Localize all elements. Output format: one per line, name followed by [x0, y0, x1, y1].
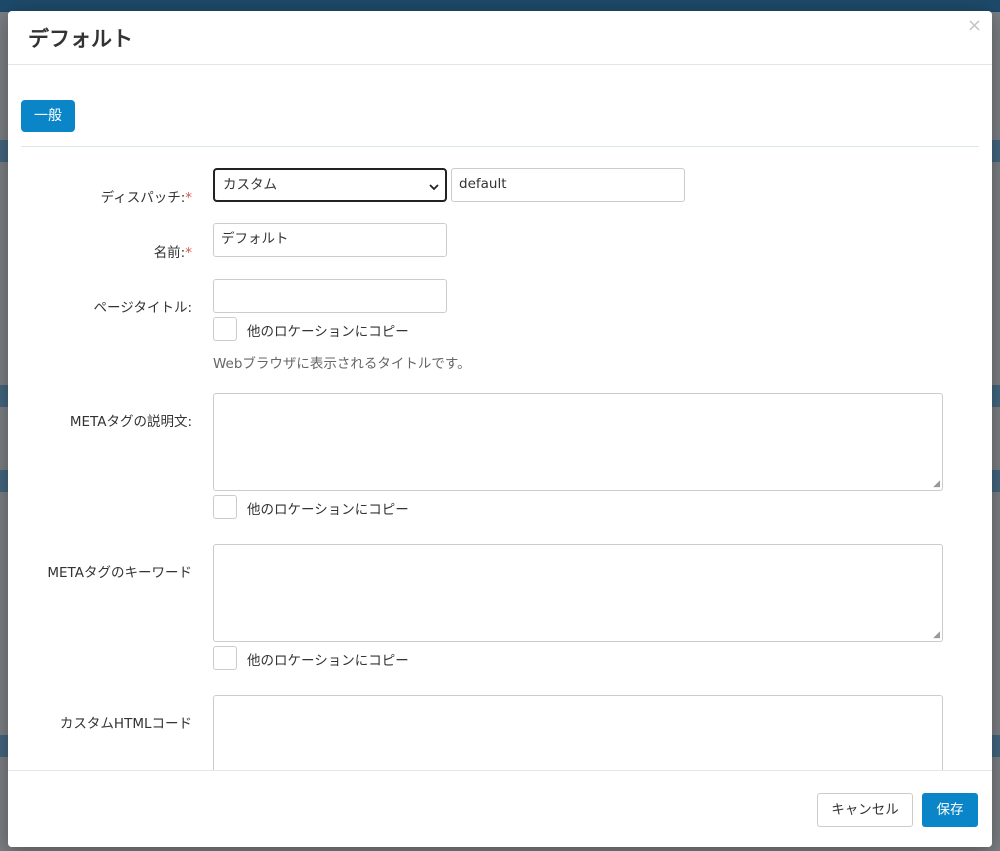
required-mark: * [185, 245, 192, 261]
page-title-copy-checkbox[interactable] [213, 317, 237, 341]
modal-footer: キャンセル 保存 [8, 770, 992, 847]
page-title-help: Webブラウザに表示されるタイトルです。 [213, 356, 471, 372]
modal-body: 一般 ディスパッチ:* カスタム default 名前:* デフォルト ページタ… [8, 65, 992, 770]
name-label-text: 名前: [153, 245, 186, 261]
meta-description-copy-checkbox[interactable] [213, 495, 237, 519]
meta-description-textarea[interactable]: ◢ [213, 393, 943, 491]
chevron-down-icon [429, 173, 439, 204]
meta-description-copy-label: 他のロケーションにコピー [247, 502, 409, 518]
cancel-button[interactable]: キャンセル [817, 793, 913, 827]
page-title-input[interactable] [213, 279, 447, 313]
meta-keywords-label: METAタグのキーワード [47, 565, 192, 581]
resize-grip-icon[interactable]: ◢ [933, 630, 940, 640]
dispatch-select-value: カスタム [223, 177, 277, 193]
resize-grip-icon[interactable]: ◢ [933, 479, 940, 489]
name-label: 名前:* [154, 241, 192, 261]
modal-title: デフォルト [28, 27, 133, 51]
dispatch-custom-input[interactable]: default [451, 168, 685, 202]
meta-description-label: METAタグの説明文: [69, 414, 192, 430]
location-modal: デフォルト × 一般 ディスパッチ:* カスタム default 名前:* デフ… [8, 11, 992, 847]
close-icon[interactable]: × [967, 15, 982, 36]
tabs-divider [21, 146, 979, 147]
modal-header: デフォルト × [8, 11, 992, 65]
dispatch-label-text: ディスパッチ: [100, 190, 186, 206]
custom-html-label: カスタムHTMLコード [59, 716, 192, 732]
tab-general[interactable]: 一般 [21, 100, 75, 132]
dispatch-select[interactable]: カスタム [213, 168, 447, 202]
dispatch-label: ディスパッチ:* [101, 186, 192, 206]
page-title-label: ページタイトル: [93, 300, 192, 316]
name-input[interactable]: デフォルト [213, 223, 447, 257]
page-title-copy-label: 他のロケーションにコピー [247, 324, 409, 340]
meta-keywords-textarea[interactable]: ◢ [213, 544, 943, 642]
save-button[interactable]: 保存 [922, 793, 978, 827]
meta-keywords-copy-label: 他のロケーションにコピー [247, 653, 409, 669]
custom-html-textarea[interactable] [213, 695, 943, 770]
meta-keywords-copy-checkbox[interactable] [213, 646, 237, 670]
required-mark: * [185, 190, 192, 206]
